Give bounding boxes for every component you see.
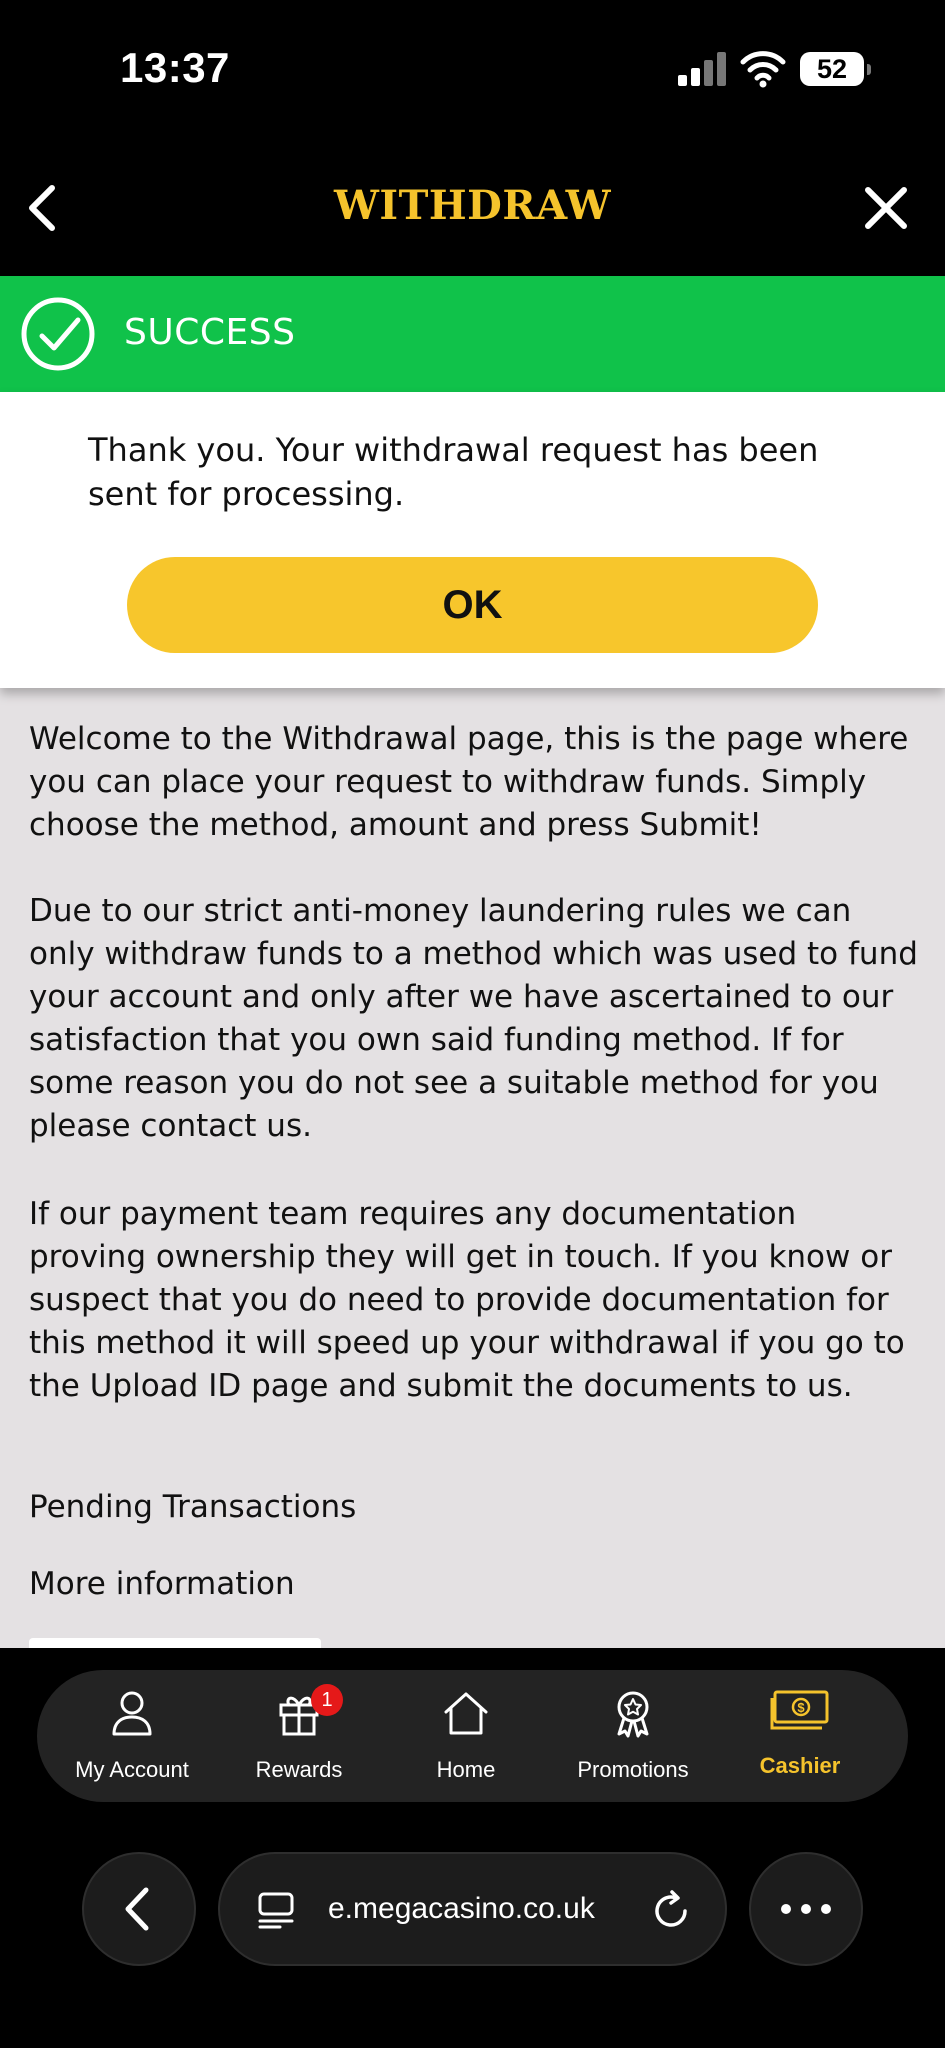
nav-cashier[interactable]: $ Cashier bbox=[715, 1670, 885, 1802]
rewards-badge: 1 bbox=[311, 1684, 343, 1716]
documentation-paragraph: If our payment team requires any documen… bbox=[29, 1196, 905, 1404]
home-icon bbox=[444, 1692, 488, 1735]
bottom-area: My Account 1 Rewards Home Promotions $ C… bbox=[0, 1648, 945, 2048]
nav-label: Rewards bbox=[255, 1757, 343, 1782]
close-icon bbox=[865, 187, 907, 229]
form-card-edge bbox=[29, 1638, 321, 1648]
url-text: e.megacasino.co.uk bbox=[328, 1892, 595, 1925]
ok-button[interactable]: OK bbox=[127, 557, 818, 653]
withdraw-content: Welcome to the Withdrawal page, this is … bbox=[0, 688, 945, 1648]
more-icon bbox=[781, 1904, 831, 1914]
cash-icon: $ bbox=[770, 1690, 829, 1730]
signal-icon bbox=[678, 52, 726, 86]
nav-label: Promotions bbox=[577, 1757, 689, 1782]
header: WITHDRAW bbox=[0, 140, 945, 276]
nav-label: Home bbox=[436, 1757, 496, 1782]
pending-transactions-link[interactable]: Pending Transactions bbox=[29, 1486, 356, 1529]
dialog-message: Thank you. Your withdrawal request has b… bbox=[88, 431, 819, 513]
nav-rewards[interactable]: 1 Rewards bbox=[214, 1670, 384, 1802]
chevron-left-icon bbox=[125, 1887, 149, 1931]
award-icon bbox=[617, 1691, 649, 1738]
status-time: 13:37 bbox=[120, 44, 230, 91]
nav-label: Cashier bbox=[759, 1753, 841, 1778]
intro-paragraph: Welcome to the Withdrawal page, this is … bbox=[29, 721, 909, 843]
user-icon bbox=[112, 1691, 152, 1736]
nav-home[interactable]: Home bbox=[381, 1670, 551, 1802]
battery-indicator: 52 bbox=[800, 52, 871, 86]
nav-promotions[interactable]: Promotions bbox=[548, 1670, 718, 1802]
success-banner: SUCCESS bbox=[0, 276, 945, 392]
close-button[interactable] bbox=[856, 178, 916, 238]
nav-my-account[interactable]: My Account bbox=[47, 1670, 217, 1802]
status-bar: 13:37 52 bbox=[0, 0, 945, 140]
nav-label: My Account bbox=[75, 1757, 189, 1782]
more-information-link[interactable]: More information bbox=[29, 1563, 295, 1606]
aml-paragraph: Due to our strict anti-money laundering … bbox=[29, 893, 918, 1144]
wifi-icon bbox=[740, 51, 786, 88]
browser-more-button[interactable] bbox=[749, 1852, 863, 1966]
page-title: WITHDRAW bbox=[333, 182, 612, 229]
reload-icon[interactable] bbox=[650, 1890, 692, 1932]
browser-back-button[interactable] bbox=[82, 1852, 196, 1966]
svg-text:$: $ bbox=[797, 1700, 805, 1715]
tab-list-icon bbox=[258, 1892, 294, 1929]
check-circle-icon bbox=[21, 297, 95, 371]
success-dialog: Thank you. Your withdrawal request has b… bbox=[0, 392, 945, 688]
success-label: SUCCESS bbox=[124, 312, 296, 353]
bottom-nav: My Account 1 Rewards Home Promotions $ C… bbox=[37, 1670, 908, 1802]
browser-address-bar[interactable]: e.megacasino.co.uk bbox=[218, 1852, 727, 1966]
